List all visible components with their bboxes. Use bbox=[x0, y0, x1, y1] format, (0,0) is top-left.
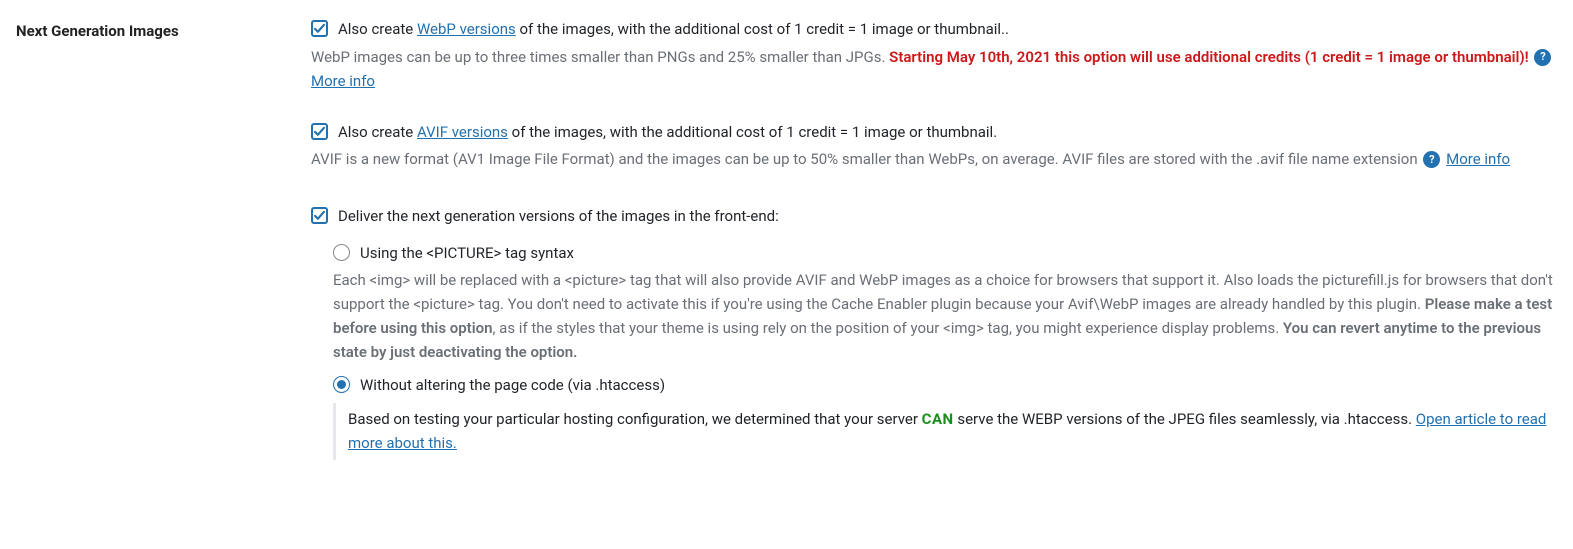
webp-credits-warning: Starting May 10th, 2021 this option will… bbox=[889, 48, 1529, 66]
deliver-option-block: Deliver the next generation versions of … bbox=[311, 205, 1557, 460]
server-test-result: Based on testing your particular hosting… bbox=[333, 403, 1557, 461]
webp-checkbox[interactable] bbox=[311, 20, 328, 37]
info-icon[interactable]: ? bbox=[1423, 151, 1440, 168]
picture-radio-label: Using the <PICTURE> tag syntax bbox=[360, 242, 574, 265]
htaccess-radio-label: Without altering the page code (via .hta… bbox=[360, 374, 665, 397]
avif-option-block: Also create AVIF versions of the images,… bbox=[311, 121, 1557, 172]
server-can-badge: CAN bbox=[922, 410, 954, 428]
avif-checkbox[interactable] bbox=[311, 123, 328, 140]
htaccess-radio[interactable] bbox=[333, 376, 350, 393]
deliver-checkbox[interactable] bbox=[311, 207, 328, 224]
info-icon[interactable]: ? bbox=[1534, 49, 1551, 66]
avif-label: Also create AVIF versions of the images,… bbox=[338, 121, 997, 144]
webp-option-block: Also create WebP versions of the images,… bbox=[311, 18, 1557, 93]
avif-more-info-link[interactable]: More info bbox=[1446, 150, 1510, 168]
webp-versions-link[interactable]: WebP versions bbox=[417, 20, 516, 38]
picture-radio[interactable] bbox=[333, 244, 350, 261]
avif-description: AVIF is a new format (AV1 Image File For… bbox=[311, 147, 1557, 171]
webp-label: Also create WebP versions of the images,… bbox=[338, 18, 1009, 41]
avif-versions-link[interactable]: AVIF versions bbox=[417, 123, 508, 141]
section-title: Next Generation Images bbox=[16, 18, 311, 40]
deliver-label: Deliver the next generation versions of … bbox=[338, 205, 779, 228]
webp-more-info-link[interactable]: More info bbox=[311, 72, 375, 90]
picture-description: Each <img> will be replaced with a <pict… bbox=[333, 268, 1557, 364]
webp-description: WebP images can be up to three times sma… bbox=[311, 45, 1557, 93]
